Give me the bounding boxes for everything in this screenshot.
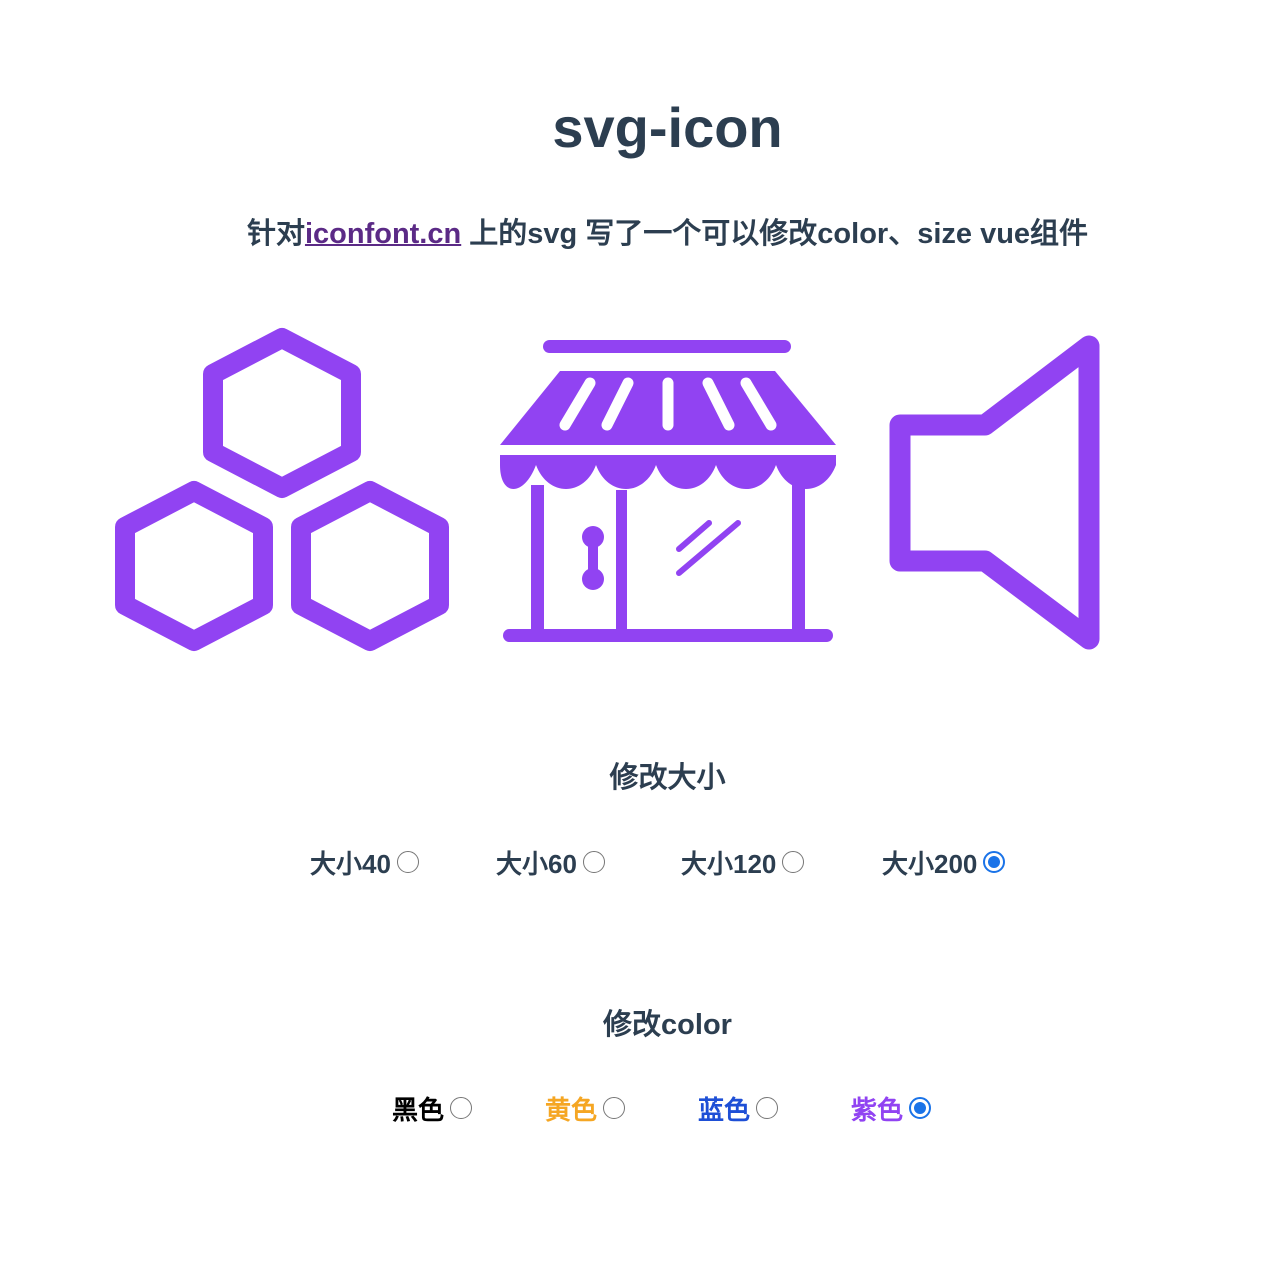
size-option-label: 大小120	[681, 849, 777, 879]
store-icon	[500, 340, 836, 642]
size-radio-200[interactable]	[983, 851, 1006, 873]
color-radio-purple[interactable]	[909, 1097, 932, 1119]
store-handle	[588, 537, 598, 579]
color-radio-yellow[interactable]	[603, 1097, 626, 1119]
hexagon-right-shape	[291, 481, 449, 651]
hexagon-left-shape	[115, 481, 273, 651]
store-roof-bar	[543, 340, 791, 353]
size-option-120[interactable]: 大小120	[681, 846, 805, 882]
color-radio-black[interactable]	[450, 1097, 473, 1119]
app-root: svg-icon 针对iconfont.cn 上的svg 写了一个可以修改col…	[0, 0, 1280, 1276]
glass-reflection-1	[676, 520, 712, 552]
store-wall-right	[792, 485, 805, 635]
size-option-label: 大小40	[310, 849, 391, 879]
description-suffix: 上的svg 写了一个可以修改color、size vue组件	[461, 218, 1089, 250]
size-option-label: 大小200	[882, 849, 978, 879]
color-section-title: 修改color	[603, 1009, 732, 1041]
color-option-label: 紫色	[851, 1095, 904, 1125]
size-radio-60[interactable]	[582, 851, 605, 873]
size-section-title: 修改大小	[609, 762, 726, 794]
color-option-blue[interactable]: 蓝色	[698, 1092, 779, 1128]
iconfont-link[interactable]: iconfont.cn	[305, 218, 461, 250]
color-radio-blue[interactable]	[756, 1097, 779, 1119]
store-wall-left	[531, 485, 544, 635]
store-scallop	[500, 455, 836, 489]
glass-reflection-2	[676, 520, 741, 576]
color-option-label: 黄色	[545, 1095, 598, 1125]
page-title: svg-icon	[552, 96, 783, 159]
hexagon-top-shape	[203, 328, 361, 498]
color-option-label: 黑色	[392, 1095, 445, 1125]
store-floor	[503, 629, 833, 642]
color-option-black[interactable]: 黑色	[392, 1092, 473, 1128]
size-radio-40[interactable]	[396, 851, 419, 873]
color-option-yellow[interactable]: 黄色	[545, 1092, 626, 1128]
icon-row	[0, 325, 1280, 665]
speaker-icon	[889, 335, 1100, 650]
store-door-divider	[616, 490, 627, 635]
size-option-label: 大小60	[496, 849, 577, 879]
hexagons-icon	[115, 328, 449, 651]
size-option-200[interactable]: 大小200	[882, 846, 1006, 882]
size-option-40[interactable]: 大小40	[310, 846, 419, 882]
description-prefix: 针对	[246, 218, 305, 250]
size-radio-120[interactable]	[782, 851, 805, 873]
color-option-label: 蓝色	[698, 1095, 751, 1125]
speaker-outline	[889, 335, 1100, 650]
description: 针对iconfont.cn 上的svg 写了一个可以修改color、size v…	[0, 212, 1280, 256]
size-option-60[interactable]: 大小60	[496, 846, 605, 882]
color-option-purple[interactable]: 紫色	[851, 1092, 932, 1128]
